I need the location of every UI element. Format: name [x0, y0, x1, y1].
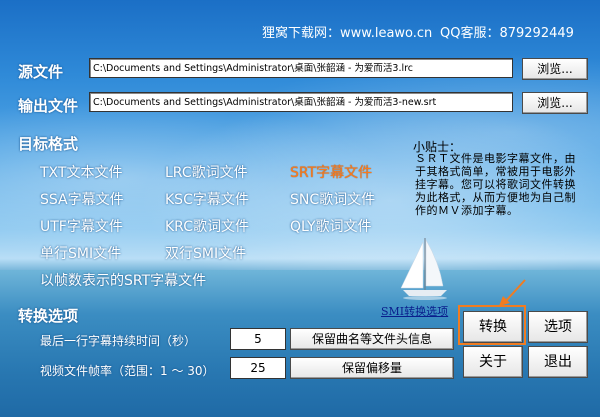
output-path-field[interactable]: C:\Documents and Settings\Administrator\… [89, 92, 513, 112]
framerate-input[interactable]: 25 [230, 357, 286, 379]
exit-button[interactable]: 退出 [528, 346, 588, 378]
format-txt[interactable]: TXT文本文件 [40, 162, 122, 182]
output-label: 输出文件 [18, 97, 79, 115]
last-line-duration-input[interactable]: 5 [230, 328, 286, 350]
tip-text: ＳＲＴ文件是电影字幕文件，由于其格式简单，常被用于电影外挂字幕。您可以将歌词文件… [415, 152, 576, 217]
output-browse-button[interactable]: 浏览... [522, 92, 588, 114]
format-snc[interactable]: SNC歌词文件 [290, 189, 375, 209]
keep-header-button[interactable]: 保留曲名等文件头信息 [290, 328, 454, 350]
smi-options-link[interactable]: SMI转换选项 [381, 303, 448, 319]
source-label: 源文件 [18, 63, 64, 81]
annotation-arrow-icon [458, 279, 526, 345]
format-ksc[interactable]: KSC字幕文件 [165, 189, 249, 209]
format-ssa[interactable]: SSA字幕文件 [40, 189, 124, 209]
framerate-label: 视频文件帧率（范围：1 ～ 30） [40, 364, 215, 378]
source-browse-button[interactable]: 浏览... [522, 58, 588, 80]
target-format-label: 目标格式 [18, 135, 79, 153]
qq-info: QQ客服：879292449 [440, 26, 574, 41]
format-krc[interactable]: KRC歌词文件 [165, 216, 249, 236]
format-srt[interactable]: SRT字幕文件 [290, 162, 372, 182]
format-lrc[interactable]: LRC歌词文件 [165, 162, 248, 182]
options-button[interactable]: 选项 [528, 311, 588, 343]
keep-offset-button[interactable]: 保留偏移量 [290, 357, 454, 379]
format-utf[interactable]: UTF字幕文件 [40, 216, 123, 236]
sailboat-illustration [400, 238, 447, 300]
format-srt-frames[interactable]: 以帧数表示的SRT字幕文件 [40, 270, 206, 290]
format-smi-double[interactable]: 双行SMI文件 [165, 243, 246, 263]
format-qly[interactable]: QLY歌词文件 [290, 216, 372, 236]
convert-options-label: 转换选项 [18, 307, 79, 325]
last-line-duration-label: 最后一行字幕持续时间（秒） [40, 334, 197, 348]
site-info: 狸窝下载网：www.leawo.cn [262, 26, 433, 41]
source-path-field[interactable]: C:\Documents and Settings\Administrator\… [89, 58, 513, 78]
about-button[interactable]: 关于 [463, 346, 523, 378]
format-smi-single[interactable]: 单行SMI文件 [40, 243, 121, 263]
